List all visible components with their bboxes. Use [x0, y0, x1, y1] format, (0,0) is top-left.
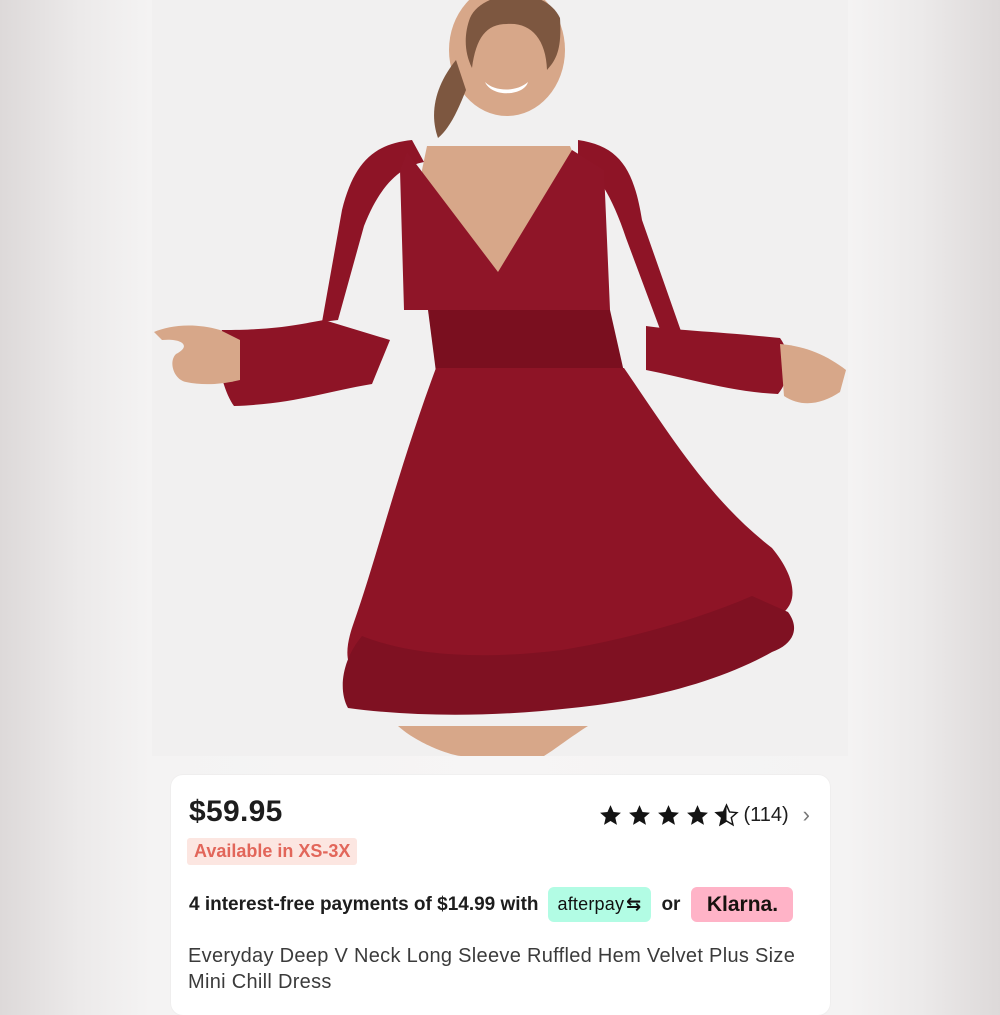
klarna-badge[interactable]: Klarna. [691, 887, 794, 922]
product-price: $59.95 [189, 795, 283, 828]
afterpay-badge[interactable]: afterpay ⇆ [547, 887, 652, 922]
star-icon [629, 804, 651, 825]
installment-payments: 4 interest-free payments of $14.99 with … [189, 887, 794, 922]
or-label: or [661, 893, 681, 915]
installment-text: 4 interest-free payments of $14.99 with [189, 893, 539, 915]
half-star-icon [714, 802, 740, 826]
afterpay-logo-icon: ⇆ [626, 894, 642, 914]
product-image[interactable] [152, 0, 848, 756]
review-count: (114) [743, 803, 789, 826]
chevron-right-icon[interactable]: › [803, 802, 810, 828]
product-info-card: $59.95 Available in XS-3X (114) › 4 inte… [171, 775, 830, 1015]
product-title: Everyday Deep V Neck Long Sleeve Ruffled… [188, 945, 796, 993]
star-icon [658, 804, 680, 825]
afterpay-label: afterpay [557, 894, 625, 914]
star-icon [687, 804, 709, 825]
availability-badge: Available in XS-3X [187, 838, 358, 865]
star-icon [600, 804, 622, 825]
rating-summary[interactable]: (114) › [598, 802, 810, 828]
star-rating [598, 802, 740, 828]
